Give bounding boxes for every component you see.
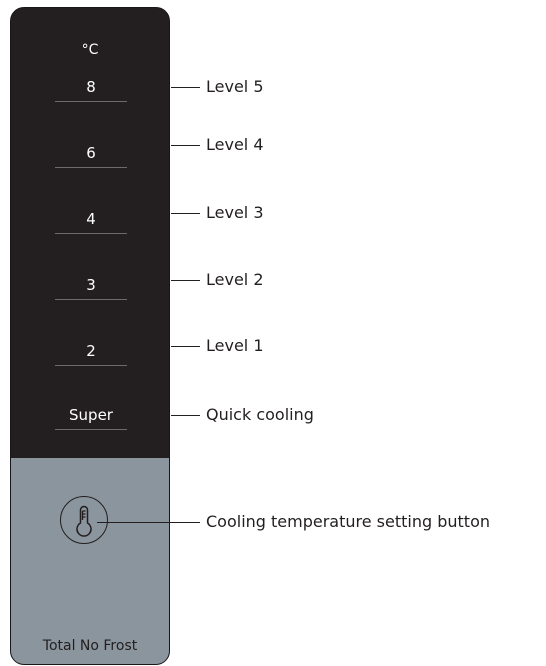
brand-label: Total No Frost [42, 638, 138, 654]
level-indicator-2: 3 [55, 276, 127, 300]
level-indicator-1: 2 [55, 342, 127, 366]
panel-bottom-section [11, 458, 169, 664]
leader-line-level-1 [171, 346, 200, 347]
callout-level-5: Level 5 [206, 77, 264, 96]
leader-line-quick-cooling [171, 415, 200, 416]
callout-quick-cooling: Quick cooling [206, 405, 314, 424]
callout-level-2: Level 2 [206, 270, 264, 289]
leader-line-button [97, 522, 200, 523]
leader-line-level-3 [171, 213, 200, 214]
leader-line-level-4 [171, 145, 200, 146]
leader-line-level-5 [171, 87, 200, 88]
callout-cooling-button: Cooling temperature setting button [206, 512, 491, 531]
thermometer-icon [76, 505, 92, 537]
control-panel: °C 8 6 4 3 2 Super Total No Frost [10, 7, 170, 665]
level-indicator-5: 8 [55, 78, 127, 102]
level-indicator-3: 4 [55, 210, 127, 234]
temperature-unit: °C [81, 42, 99, 58]
level-indicator-super: Super [55, 406, 127, 430]
leader-line-level-2 [171, 280, 200, 281]
level-indicator-4: 6 [55, 144, 127, 168]
callout-level-4: Level 4 [206, 135, 264, 154]
cooling-temperature-button[interactable] [60, 496, 108, 544]
callout-level-1: Level 1 [206, 336, 264, 355]
callout-level-3: Level 3 [206, 203, 264, 222]
